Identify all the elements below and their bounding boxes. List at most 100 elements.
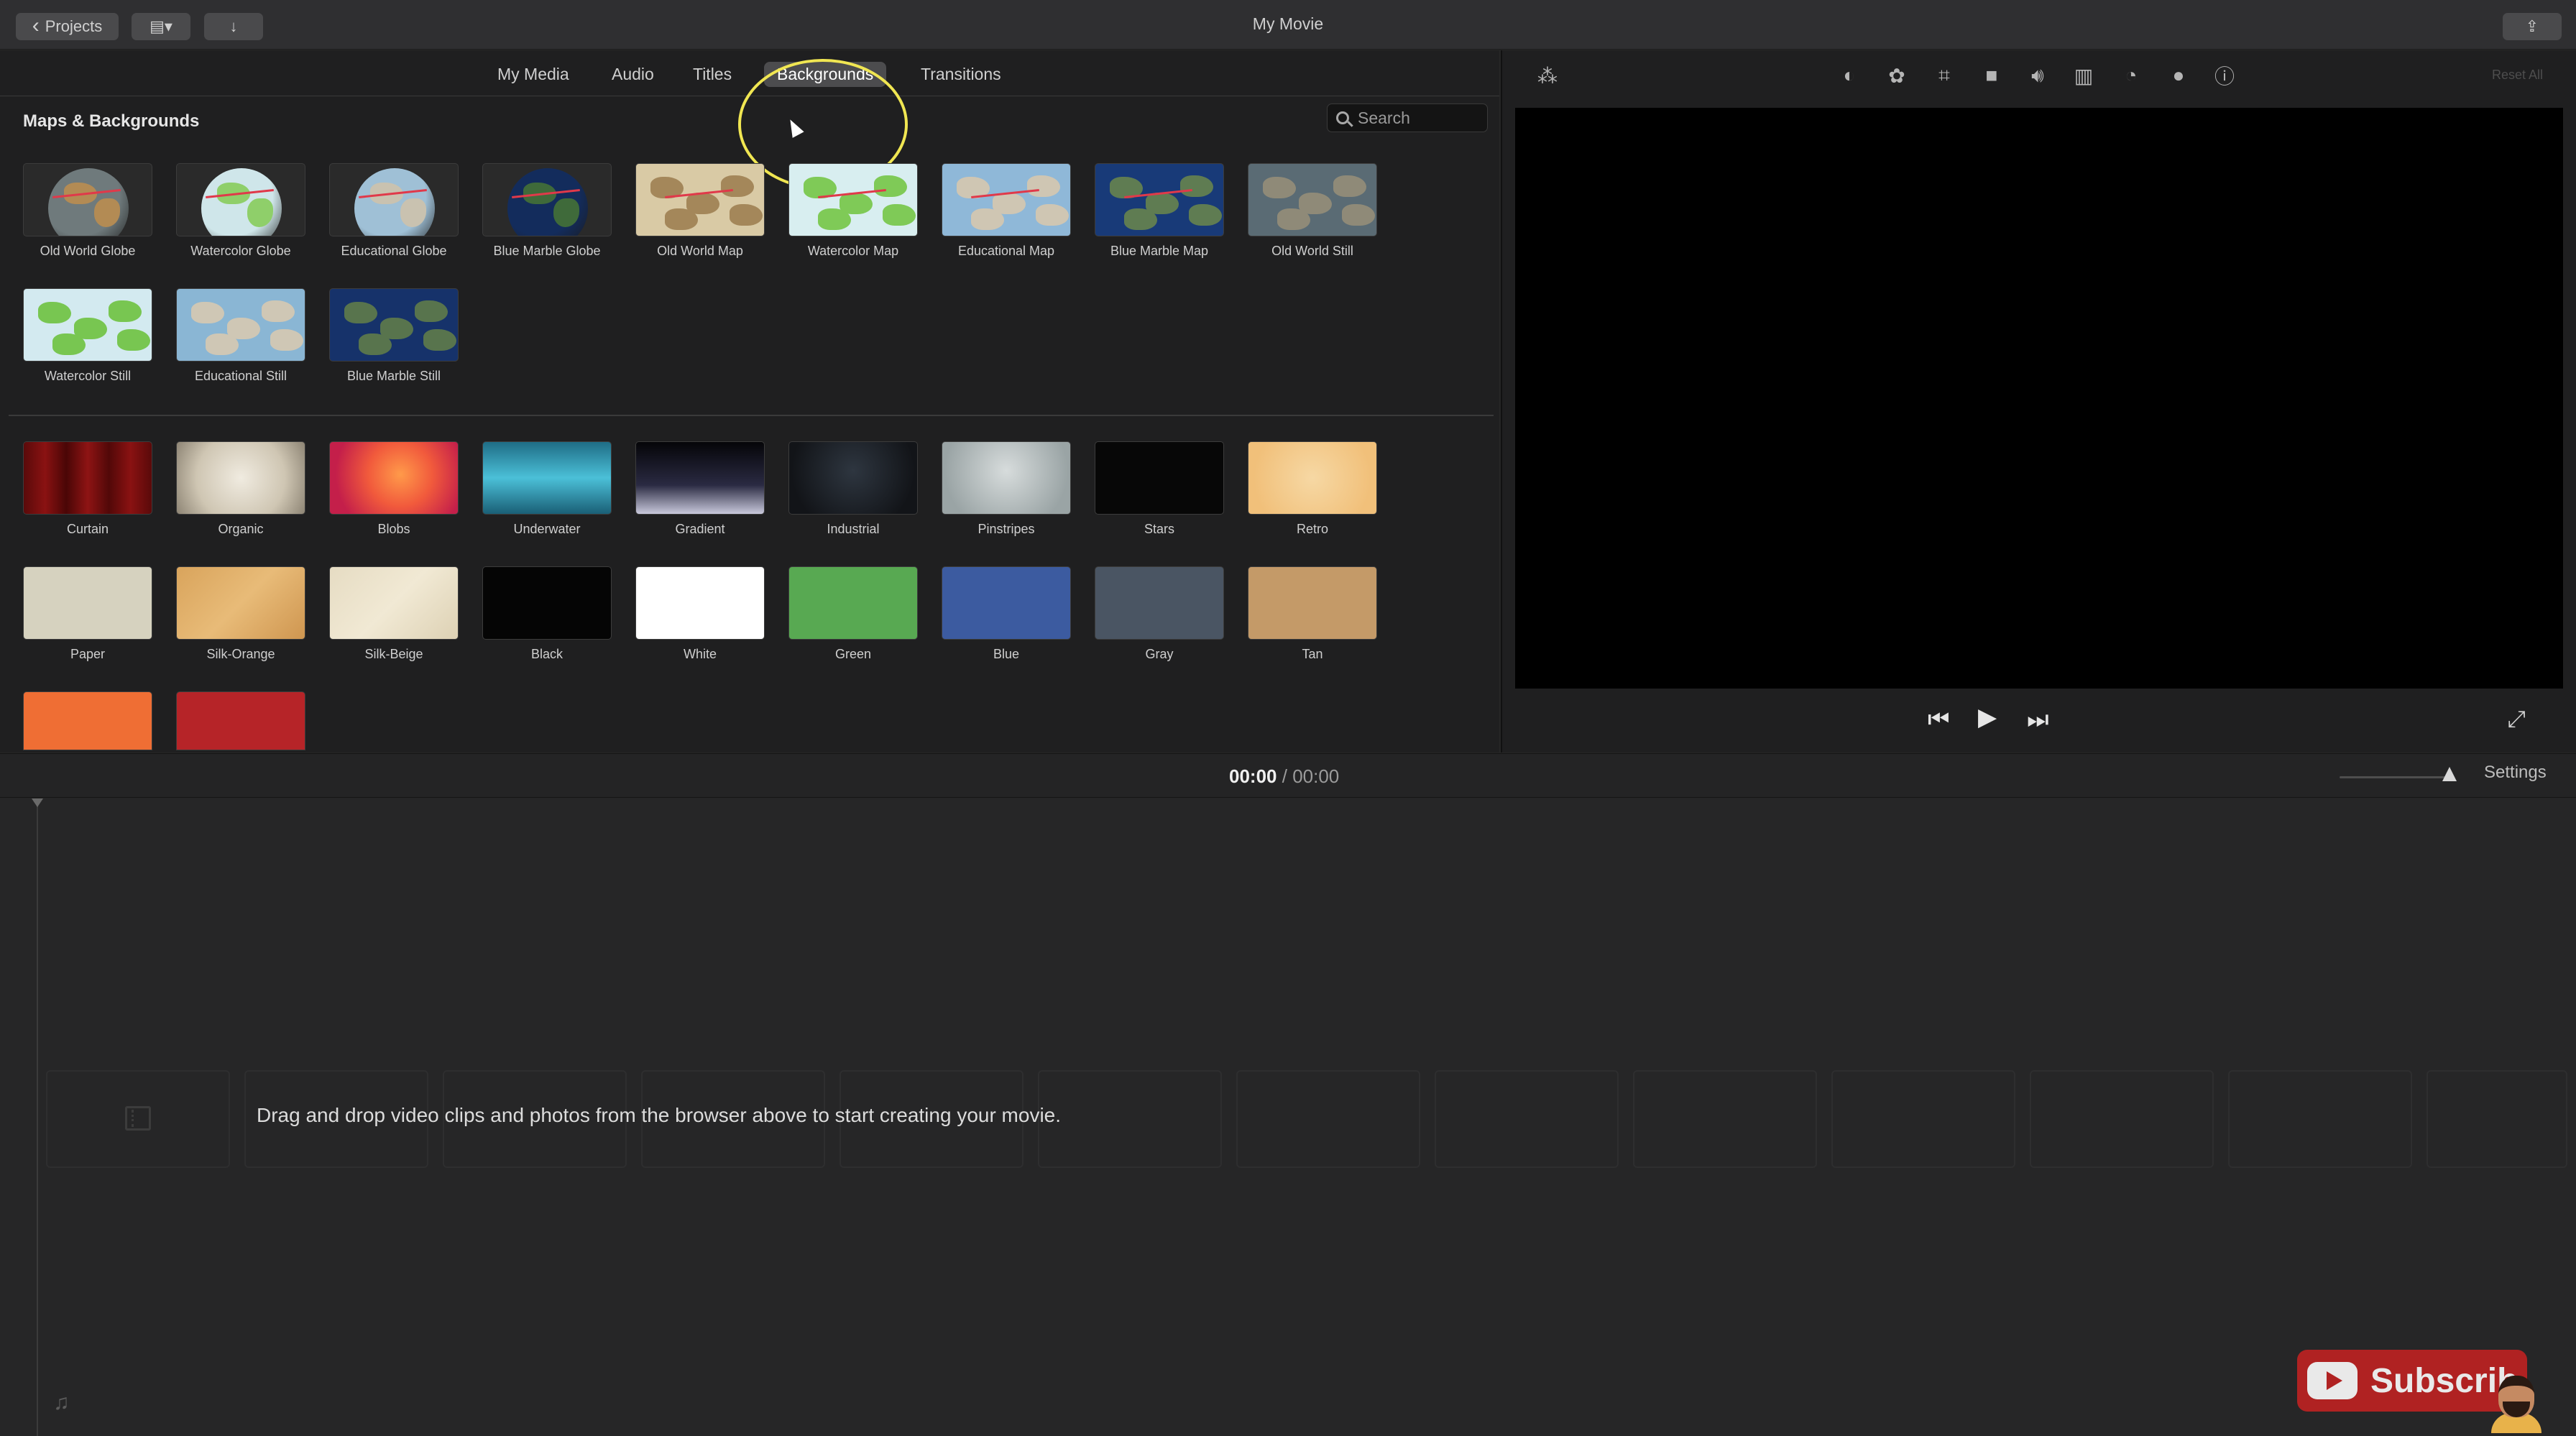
thumbnail-image (942, 163, 1071, 236)
map-thumb-old-world-globe[interactable]: Old World Globe (23, 163, 152, 259)
noise-reduction-icon[interactable]: ▥ (2071, 63, 2096, 88)
thumbnail-image (942, 566, 1071, 640)
thumbnail-image (176, 163, 305, 236)
thumbnail-image (482, 163, 612, 236)
avatar (2491, 1368, 2542, 1433)
background-thumb-gray[interactable]: Gray (1095, 566, 1224, 662)
background-thumb-retro[interactable]: Retro (1248, 441, 1377, 537)
thumbnail-image (23, 288, 152, 362)
background-thumb-black[interactable]: Black (482, 566, 612, 662)
background-thumb-blank[interactable] (176, 691, 305, 750)
thumbnail-label: Blue (993, 647, 1020, 661)
info-icon[interactable]: ⓘ (2212, 63, 2237, 88)
thumbnail-label: Paper (70, 647, 106, 661)
background-thumb-white[interactable]: White (635, 566, 765, 662)
map-thumb-watercolor-still[interactable]: Watercolor Still (23, 288, 152, 384)
thumbnail-image (788, 566, 918, 640)
skip-back-icon[interactable]: ⏮︎ (1928, 706, 1950, 734)
background-thumb-organic[interactable]: Organic (176, 441, 305, 537)
zoom-slider-knob[interactable] (2442, 767, 2457, 781)
thumbnail-label: Black (530, 647, 563, 661)
thumbnail-label: Old World Still (1271, 244, 1353, 258)
map-thumb-old-world-map[interactable]: Old World Map (635, 163, 765, 259)
thumbnail-label: Stars (1144, 522, 1174, 536)
thumbnail-label: Watercolor Globe (190, 244, 291, 258)
search-placeholder: Search (1358, 108, 1410, 127)
background-thumb-paper[interactable]: Paper (23, 566, 152, 662)
background-thumb-silk-beige[interactable]: Silk-Beige (329, 566, 459, 662)
map-thumb-old-world-still[interactable]: Old World Still (1248, 163, 1377, 259)
crop-icon[interactable]: ⌗ (1932, 63, 1956, 88)
background-thumb-green[interactable]: Green (788, 566, 918, 662)
thumbnail-label: Blue Marble Map (1110, 244, 1209, 258)
clip-placeholder (1435, 1070, 1619, 1168)
thumbnail-label: Industrial (827, 522, 880, 536)
background-thumb-industrial[interactable]: Industrial (788, 441, 918, 537)
thumbnail-label: Green (834, 647, 872, 661)
thumbnail-image (176, 691, 305, 750)
share-icon: ⇪ (2525, 17, 2539, 35)
thumbnail-image (942, 441, 1071, 515)
thumbnail-label: Old World Globe (40, 244, 136, 258)
drop-hint: Drag and drop video clips and photos fro… (257, 1104, 1062, 1126)
map-thumb-blue-marble-map[interactable]: Blue Marble Map (1095, 163, 1224, 259)
reset-all-button[interactable]: Reset All (2492, 68, 2543, 83)
youtube-play-icon (2307, 1362, 2358, 1399)
fullscreen-icon[interactable]: ⤢ (2507, 706, 2526, 733)
duration: 00:00 (1292, 765, 1340, 787)
background-thumb-blue[interactable]: Blue (942, 566, 1071, 662)
background-thumb-blank[interactable] (23, 691, 152, 750)
map-thumb-educational-still[interactable]: Educational Still (176, 288, 305, 384)
tab-transitions[interactable]: Transitions (908, 62, 1014, 87)
skip-forward-icon[interactable]: ⏭︎ (2027, 706, 2049, 734)
thumbnail-label: White (683, 647, 717, 661)
stabilization-icon[interactable]: ■ (1979, 63, 2004, 88)
map-thumb-watercolor-globe[interactable]: Watercolor Globe (176, 163, 305, 259)
background-thumb-pinstripes[interactable]: Pinstripes (942, 441, 1071, 537)
magic-wand-icon[interactable]: ⁂ (1535, 63, 1560, 88)
thumbnail-label: Old World Map (657, 244, 743, 258)
timecode-bar: 00:00 / 00:00 Settings (0, 753, 2576, 798)
thumbnail-label: Retro (1296, 522, 1328, 536)
thumbnail-image (23, 566, 152, 640)
thumbnail-label: Watercolor Still (44, 369, 132, 383)
map-thumb-watercolor-map[interactable]: Watercolor Map (788, 163, 918, 259)
playhead[interactable] (37, 798, 38, 1436)
thumbnail-image (329, 441, 459, 515)
map-thumb-blue-marble-globe[interactable]: Blue Marble Globe (482, 163, 612, 259)
clip-filter-icon[interactable]: ● (2166, 63, 2191, 88)
thumbnail-label: Blobs (377, 522, 410, 536)
color-balance-icon[interactable]: ◐ (1837, 63, 1862, 88)
title-bar: ‹ Projects ▤▾ ↓ My Movie ⇪ (0, 0, 2576, 50)
thumbnail-image (329, 163, 459, 236)
tab-audio[interactable]: Audio (599, 62, 667, 87)
background-thumb-tan[interactable]: Tan (1248, 566, 1377, 662)
tab-my-media[interactable]: My Media (484, 62, 582, 87)
thumbnail-label: Gradient (675, 522, 725, 536)
window-title: My Movie (1252, 14, 1324, 33)
tab-titles[interactable]: Titles (680, 62, 745, 87)
search-field[interactable]: Search (1327, 103, 1488, 132)
background-thumb-blobs[interactable]: Blobs (329, 441, 459, 537)
volume-icon[interactable]: 🔊︎ (2025, 63, 2050, 88)
background-thumb-underwater[interactable]: Underwater (482, 441, 612, 537)
background-thumb-silk-orange[interactable]: Silk-Orange (176, 566, 305, 662)
playhead-handle[interactable] (32, 798, 43, 807)
map-thumb-educational-globe[interactable]: Educational Globe (329, 163, 459, 259)
play-icon[interactable]: ▶ (1978, 703, 1997, 732)
color-correction-icon[interactable]: ✿ (1885, 63, 1909, 88)
background-thumb-curtain[interactable]: Curtain (23, 441, 152, 537)
map-thumb-blue-marble-still[interactable]: Blue Marble Still (329, 288, 459, 384)
map-thumb-educational-map[interactable]: Educational Map (942, 163, 1071, 259)
settings-button[interactable]: Settings (2484, 763, 2547, 783)
thumbnail-image (176, 566, 305, 640)
time-separator: / (1282, 765, 1287, 787)
speed-icon[interactable]: ◔ (2119, 63, 2143, 88)
background-thumb-stars[interactable]: Stars (1095, 441, 1224, 537)
share-button[interactable]: ⇪ (2503, 13, 2562, 40)
tab-backgrounds[interactable]: Backgrounds (764, 62, 887, 87)
zoom-slider[interactable] (2340, 776, 2455, 778)
thumbnail-image (329, 566, 459, 640)
background-thumb-gradient[interactable]: Gradient (635, 441, 765, 537)
timeline[interactable]: Drag and drop video clips and photos fro… (0, 798, 2576, 1436)
